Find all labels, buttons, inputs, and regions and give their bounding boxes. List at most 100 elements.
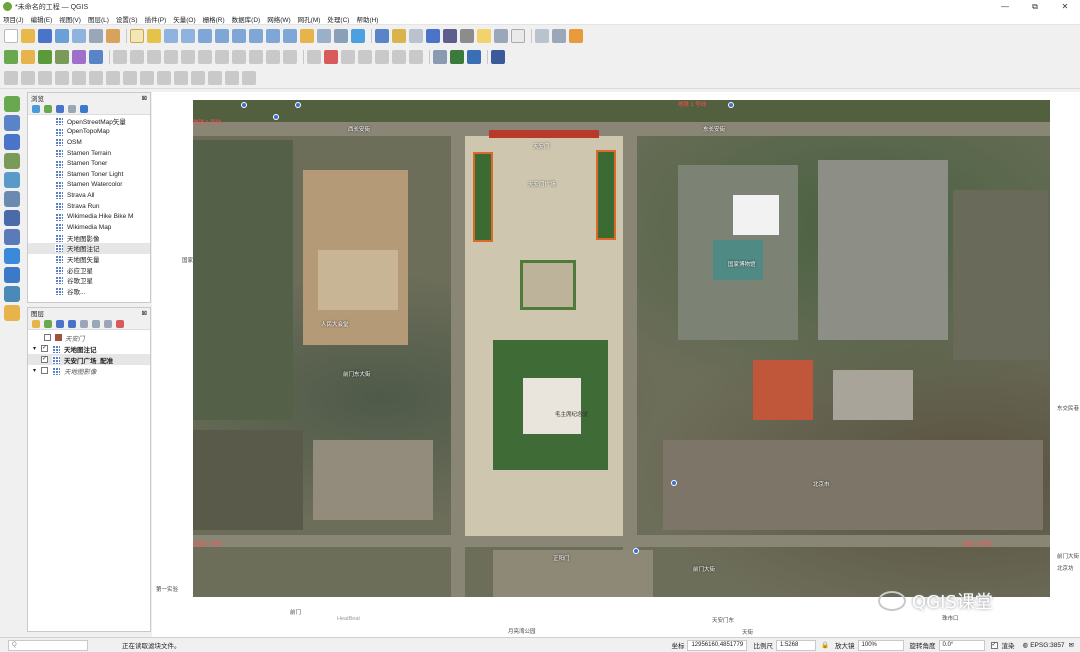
poi-marker-icon[interactable] xyxy=(241,102,247,108)
add-wfs-icon[interactable] xyxy=(4,286,20,302)
crs-label[interactable]: EPSG:3857 xyxy=(1030,642,1064,649)
layer-row-selected[interactable]: ✓ 天安门广场_配准 xyxy=(28,354,150,365)
delete-selected-icon[interactable] xyxy=(198,50,212,64)
label-tool-icon[interactable] xyxy=(307,50,321,64)
processing-toolbox-icon[interactable] xyxy=(426,29,440,43)
show-labels-icon[interactable] xyxy=(358,50,372,64)
add-raster-layer-icon[interactable] xyxy=(21,50,35,64)
menu-web[interactable]: 网络(W) xyxy=(267,14,290,24)
coordinate-field[interactable]: 12956160,4851779 xyxy=(687,639,748,651)
layer-checkbox[interactable] xyxy=(41,367,48,374)
filter-icon[interactable] xyxy=(56,104,64,113)
delete-part-icon[interactable] xyxy=(123,71,137,85)
menu-project[interactable]: 项目(J) xyxy=(3,14,24,24)
collapse-all-icon[interactable] xyxy=(68,104,76,113)
merge-attributes-icon[interactable] xyxy=(225,71,239,85)
add-vector-layer-icon[interactable] xyxy=(4,50,18,64)
layer-row[interactable]: 天安门 xyxy=(28,332,150,343)
rotate-point-icon[interactable] xyxy=(242,71,256,85)
copy-features-icon[interactable] xyxy=(232,50,246,64)
save-as-icon[interactable] xyxy=(55,29,69,43)
save-project-icon[interactable] xyxy=(38,29,52,43)
collapse-all-icon[interactable] xyxy=(104,319,112,328)
minimize-button[interactable]: — xyxy=(990,2,1020,12)
add-delimited-text-icon[interactable] xyxy=(38,50,52,64)
measure-angle-icon[interactable] xyxy=(569,29,583,43)
browser-item[interactable]: 天地图矢量 xyxy=(28,254,150,265)
add-selected-layers-icon[interactable] xyxy=(44,104,52,113)
browser-item[interactable]: 谷歌... xyxy=(28,286,150,297)
layer-checkbox[interactable]: ✓ xyxy=(41,345,48,352)
add-part-icon[interactable] xyxy=(72,71,86,85)
maximize-button[interactable]: ⧉ xyxy=(1020,2,1050,12)
vertex-tool-icon[interactable] xyxy=(181,50,195,64)
statistics-sum-icon[interactable] xyxy=(443,29,457,43)
browser-item[interactable]: 必应卫星 xyxy=(28,264,150,275)
properties-icon[interactable] xyxy=(80,104,88,113)
zoom-full-icon[interactable] xyxy=(198,29,212,43)
menu-mesh[interactable]: 网孔(M) xyxy=(298,14,321,24)
move-label-icon[interactable] xyxy=(375,50,389,64)
split-parts-icon[interactable] xyxy=(191,71,205,85)
add-postgis-icon[interactable] xyxy=(4,210,20,226)
pan-icon[interactable] xyxy=(130,29,144,43)
expand-all-icon[interactable] xyxy=(92,319,100,328)
decorations-icon[interactable] xyxy=(535,29,549,43)
expand-arrow-icon[interactable]: ▾ xyxy=(33,367,41,374)
reshape-icon[interactable] xyxy=(140,71,154,85)
satellite-image[interactable]: 西长安街 东长安街 天安门 天安门广场 毛主席纪念堂 前门东大街 正阳门 人民大… xyxy=(193,100,1050,597)
new-project-icon[interactable] xyxy=(4,29,18,43)
zoom-in-icon[interactable] xyxy=(164,29,178,43)
render-checkbox[interactable]: ✓ xyxy=(990,641,998,649)
add-group-icon[interactable] xyxy=(44,319,52,328)
add-wcs-icon[interactable] xyxy=(4,267,20,283)
layer-row[interactable]: ▾ ✓ 天地图注记 xyxy=(28,343,150,354)
identify-icon[interactable] xyxy=(375,29,389,43)
paste-features-icon[interactable] xyxy=(249,50,263,64)
db-manager-icon[interactable] xyxy=(433,50,447,64)
save-edits-icon[interactable] xyxy=(147,50,161,64)
menu-view[interactable]: 视图(V) xyxy=(59,14,81,24)
add-delimited-icon[interactable] xyxy=(4,153,20,169)
open-project-icon[interactable] xyxy=(21,29,35,43)
select-features-icon[interactable] xyxy=(392,29,406,43)
label-abc-icon[interactable] xyxy=(324,50,338,64)
filter-expression-icon[interactable] xyxy=(80,319,88,328)
browser-item[interactable]: Stamen Toner Light xyxy=(28,169,150,180)
layer-style-icon[interactable] xyxy=(32,319,40,328)
toggle-editing-icon[interactable] xyxy=(130,50,144,64)
poi-marker-icon[interactable] xyxy=(671,480,677,486)
browser-item[interactable]: Wikimedia Map xyxy=(28,222,150,233)
layer-checkbox[interactable]: ✓ xyxy=(41,356,48,363)
menu-database[interactable]: 数据库(D) xyxy=(232,14,261,24)
undo-icon[interactable] xyxy=(266,50,280,64)
manage-visibility-icon[interactable] xyxy=(56,319,64,328)
zoom-out-icon[interactable] xyxy=(181,29,195,43)
expand-arrow-icon[interactable]: ▾ xyxy=(33,345,41,352)
zoom-tool-icon[interactable] xyxy=(494,29,508,43)
add-spatialite-icon[interactable] xyxy=(55,50,69,64)
layout-manager-icon[interactable] xyxy=(89,29,103,43)
rotation-field[interactable]: 0.0° xyxy=(938,639,985,651)
python-console-icon[interactable] xyxy=(467,50,481,64)
split-features-icon[interactable] xyxy=(174,71,188,85)
menu-vector[interactable]: 矢量(O) xyxy=(173,14,195,24)
browser-item[interactable]: 谷歌卫星 xyxy=(28,275,150,286)
pan-to-selection-icon[interactable] xyxy=(147,29,161,43)
browser-item[interactable]: Stamen Toner xyxy=(28,158,150,169)
poi-marker-icon[interactable] xyxy=(295,102,301,108)
add-raster-icon[interactable] xyxy=(4,115,20,131)
add-spatialite-icon[interactable] xyxy=(4,191,20,207)
browser-item[interactable]: Strava Run xyxy=(28,201,150,212)
messages-icon[interactable]: ✉ xyxy=(1069,641,1074,649)
panel-close-icon[interactable]: ⊠ xyxy=(142,94,147,102)
browser-item[interactable]: Strava All xyxy=(28,190,150,201)
browser-item[interactable]: Wikimedia Hike Bike M xyxy=(28,211,150,222)
new-map-view-icon[interactable] xyxy=(552,29,566,43)
pin-labels-icon[interactable] xyxy=(341,50,355,64)
current-edits-icon[interactable] xyxy=(113,50,127,64)
add-vector-icon[interactable] xyxy=(4,96,20,112)
filter-legend-icon[interactable] xyxy=(68,319,76,328)
browser-item[interactable]: OpenStreetMap矢量 xyxy=(28,116,150,127)
zoom-native-icon[interactable] xyxy=(249,29,263,43)
